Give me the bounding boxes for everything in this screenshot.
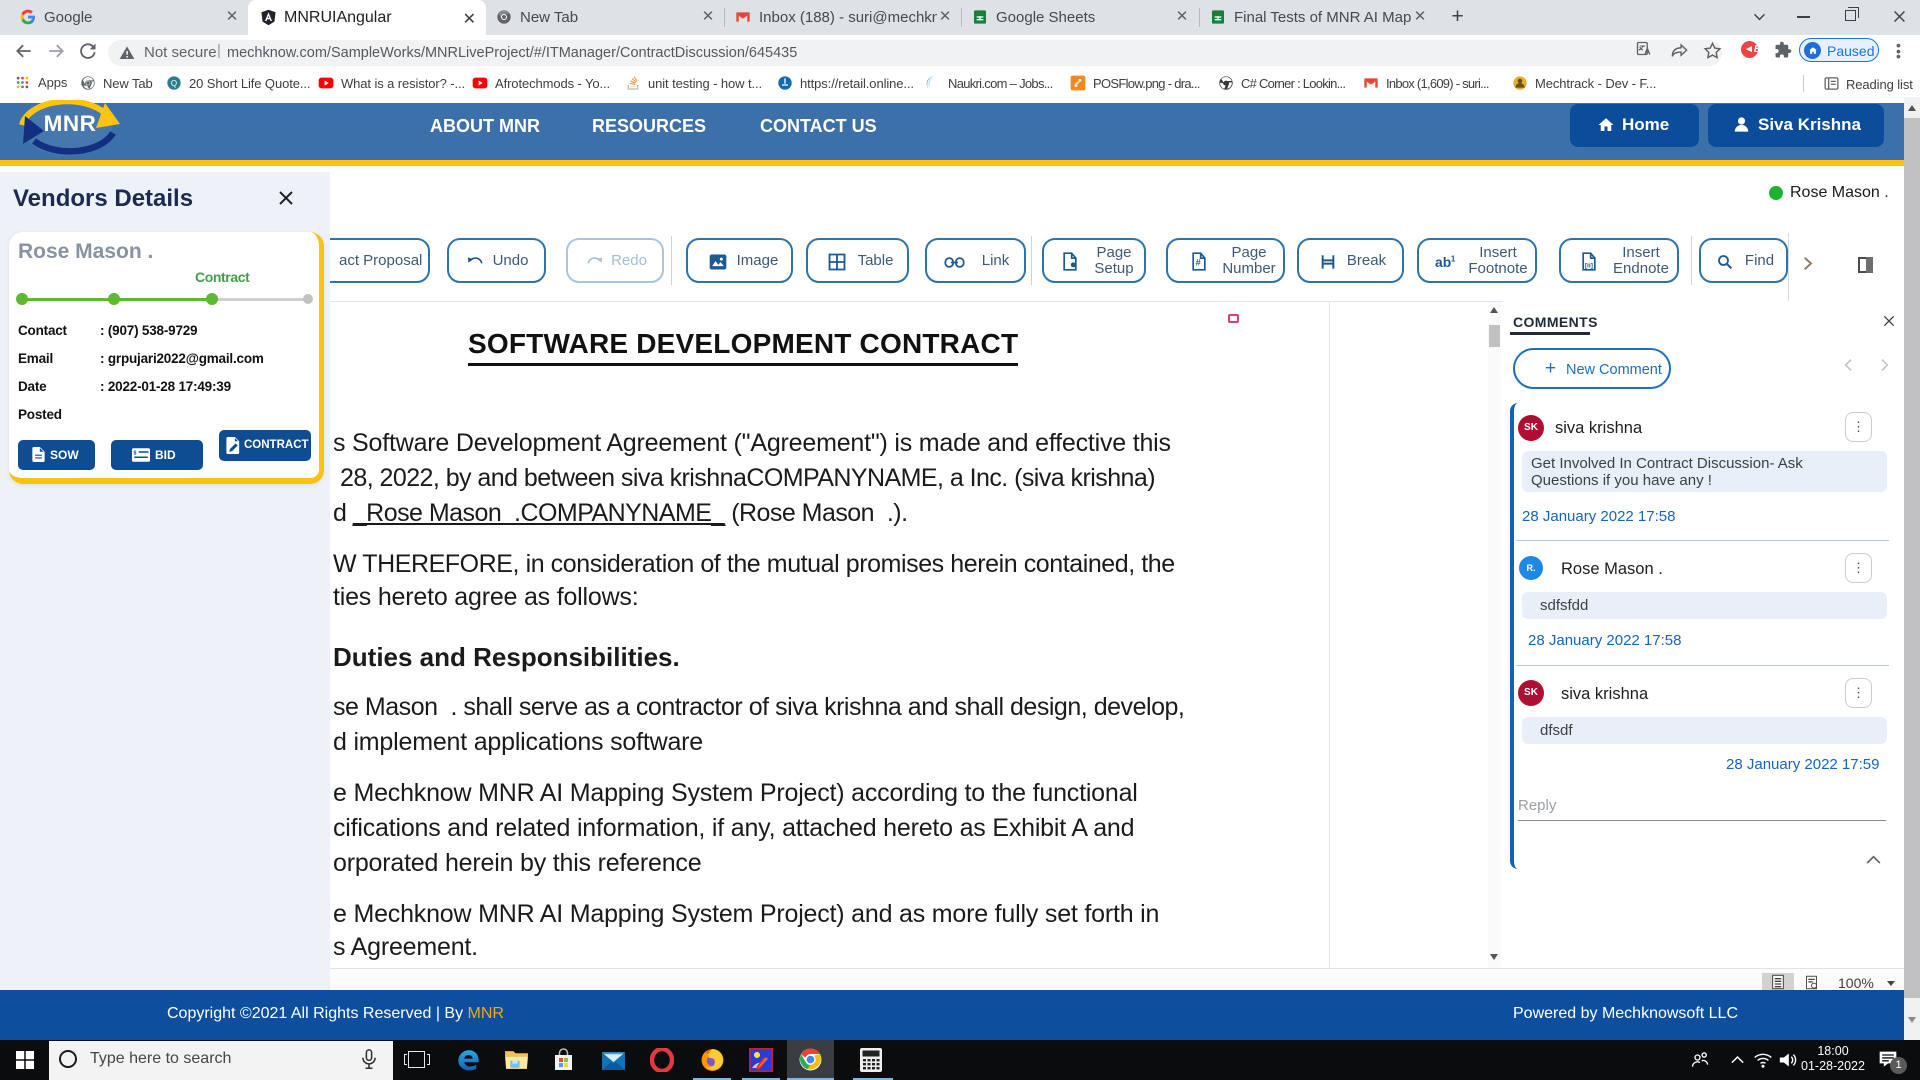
svg-text:MNR: MNR <box>44 111 97 136</box>
svg-text:1: 1 <box>1451 254 1456 264</box>
svg-text:[ii]: [ii] <box>1585 262 1593 269</box>
svg-text:Q: Q <box>171 79 177 88</box>
svg-text:$: $ <box>134 450 137 456</box>
svg-text:#: # <box>1196 258 1201 268</box>
svg-text:ab: ab <box>1435 254 1451 270</box>
